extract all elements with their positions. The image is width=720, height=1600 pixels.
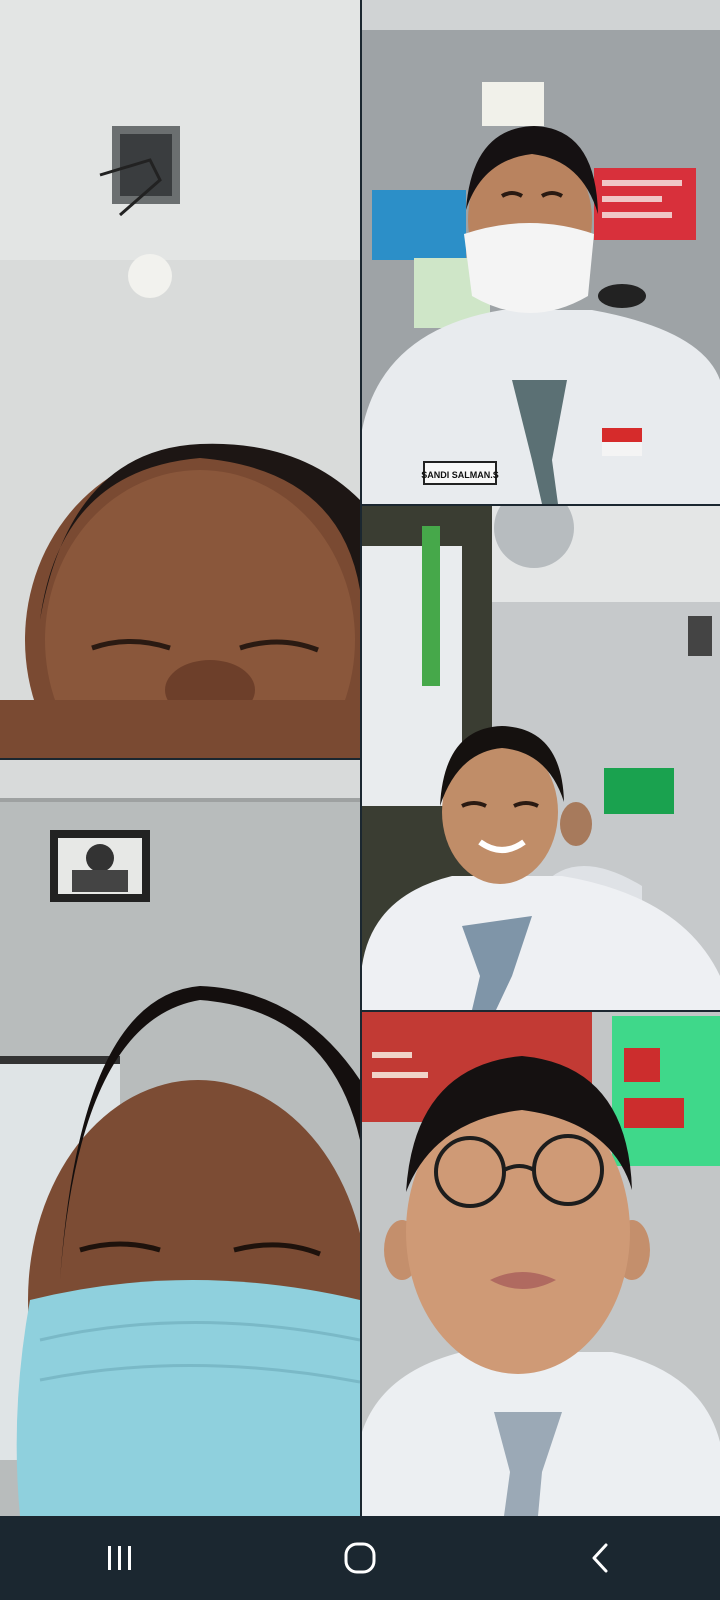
participant-tile-4[interactable] <box>0 760 360 1516</box>
participant-tile-3[interactable] <box>362 506 720 1010</box>
video-grid: SANDI SALMAN.S <box>0 0 720 1516</box>
participant-tile-2[interactable]: SANDI SALMAN.S <box>362 0 720 504</box>
participant-video-5 <box>362 1012 720 1516</box>
home-icon <box>344 1542 376 1574</box>
back-chevron-icon <box>592 1543 608 1573</box>
system-navigation-bar <box>0 1516 720 1600</box>
participant-video-1 <box>0 0 360 758</box>
participant-tile-5[interactable] <box>362 1012 720 1516</box>
recent-apps-button[interactable] <box>60 1516 180 1600</box>
participant-video-4 <box>0 760 360 1516</box>
home-button[interactable] <box>300 1516 420 1600</box>
recent-apps-icon <box>108 1546 131 1570</box>
participant-video-2: SANDI SALMAN.S <box>362 0 720 504</box>
name-tag-text: SANDI SALMAN.S <box>421 470 499 480</box>
participant-video-3 <box>362 506 720 1010</box>
back-button[interactable] <box>540 1516 660 1600</box>
participant-tile-1[interactable] <box>0 0 360 758</box>
